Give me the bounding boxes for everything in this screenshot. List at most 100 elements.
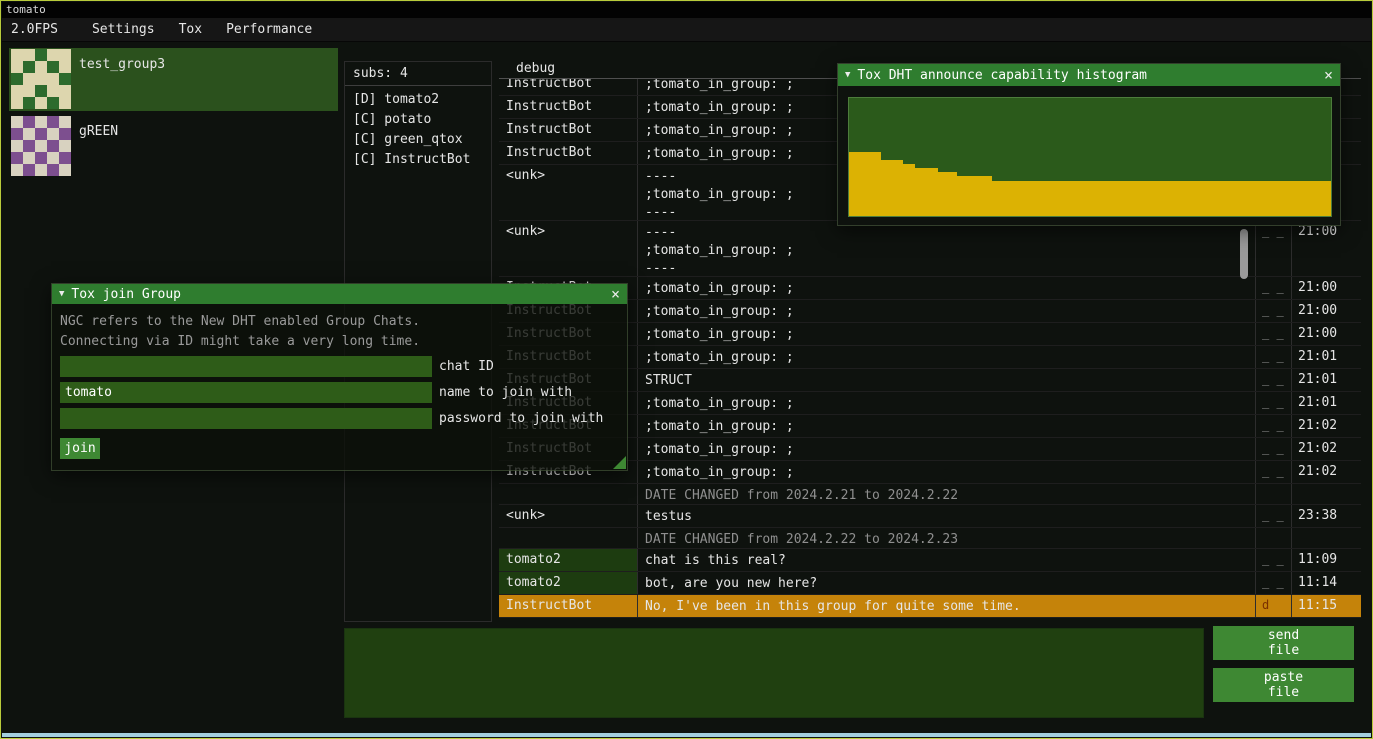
- message-time: 21:00: [1292, 323, 1361, 345]
- date-separator-row[interactable]: DATE CHANGED from 2024.2.21 to 2024.2.22: [499, 484, 1361, 505]
- menu-item-settings[interactable]: Settings: [80, 22, 167, 37]
- close-icon[interactable]: ×: [1324, 68, 1333, 83]
- message-row[interactable]: <unk>---- ;tomato_in_group: ; ----_ _21:…: [499, 221, 1361, 277]
- avatar-pixel: [59, 97, 71, 109]
- message-time: 21:01: [1292, 346, 1361, 368]
- message-text: No, I've been in this group for quite so…: [638, 595, 1256, 617]
- message-author: InstructBot: [499, 119, 638, 141]
- message-author: <unk>: [499, 221, 638, 276]
- join-name-label: name to join with: [439, 382, 572, 403]
- group-avatar: [11, 49, 71, 109]
- histogram-bar: [849, 152, 881, 216]
- message-row[interactable]: InstructBot;tomato_in_group: ;_ _21:01: [499, 392, 1361, 415]
- message-status: _ _: [1256, 572, 1292, 594]
- subs-list-item[interactable]: [C] green_qtox: [345, 130, 491, 150]
- avatar-pixel: [11, 164, 23, 176]
- send-file-button[interactable]: send file: [1213, 626, 1354, 660]
- message-row[interactable]: tomato2bot, are you new here?_ _11:14: [499, 572, 1361, 595]
- avatar-pixel: [59, 152, 71, 164]
- avatar-pixel: [23, 85, 35, 97]
- message-time: 21:00: [1292, 221, 1361, 276]
- message-time: [1292, 484, 1361, 504]
- message-row[interactable]: InstructBot;tomato_in_group: ;_ _21:02: [499, 415, 1361, 438]
- chat-id-label: chat ID: [439, 356, 494, 377]
- message-status: _ _: [1256, 323, 1292, 345]
- subs-list-item[interactable]: [C] InstructBot: [345, 150, 491, 170]
- menu-item-performance[interactable]: Performance: [214, 22, 324, 37]
- subs-header: subs: 4: [345, 62, 491, 86]
- tab-debug[interactable]: debug: [516, 61, 555, 76]
- chat-scrollbar[interactable]: [1240, 229, 1248, 279]
- avatar-pixel: [23, 140, 35, 152]
- date-separator-row[interactable]: DATE CHANGED from 2024.2.22 to 2024.2.23: [499, 528, 1361, 549]
- message-text: ;tomato_in_group: ;: [638, 461, 1256, 483]
- message-status: _ _: [1256, 277, 1292, 299]
- subs-list-item[interactable]: [C] potato: [345, 110, 491, 130]
- message-row[interactable]: InstructBotSTRUCT_ _21:01: [499, 369, 1361, 392]
- message-time: 11:15: [1292, 595, 1361, 617]
- avatar-pixel: [59, 140, 71, 152]
- message-text: ;tomato_in_group: ;: [638, 323, 1256, 345]
- avatar-pixel: [11, 49, 23, 61]
- message-text: ---- ;tomato_in_group: ; ----: [638, 221, 1256, 276]
- message-row[interactable]: InstructBot;tomato_in_group: ;_ _21:00: [499, 277, 1361, 300]
- message-time: 11:14: [1292, 572, 1361, 594]
- message-row[interactable]: InstructBotNo, I've been in this group f…: [499, 595, 1361, 618]
- avatar-pixel: [35, 128, 47, 140]
- message-status: _ _: [1256, 221, 1292, 276]
- message-status: _ _: [1256, 415, 1292, 437]
- message-row[interactable]: InstructBot;tomato_in_group: ;_ _21:02: [499, 438, 1361, 461]
- join-password-input[interactable]: [60, 408, 432, 429]
- avatar-pixel: [23, 73, 35, 85]
- avatar-pixel: [47, 73, 59, 85]
- avatar-pixel: [23, 97, 35, 109]
- message-author: tomato2: [499, 572, 638, 594]
- resize-grip-icon[interactable]: [613, 456, 626, 469]
- avatar-pixel: [47, 164, 59, 176]
- chat-id-input[interactable]: [60, 356, 432, 377]
- collapse-arrow-icon[interactable]: ▼: [59, 289, 64, 299]
- avatar-pixel: [59, 73, 71, 85]
- menu-items: SettingsToxPerformance: [80, 22, 324, 37]
- histogram-bar: [937, 172, 957, 216]
- message-row[interactable]: InstructBot;tomato_in_group: ;_ _21:02: [499, 461, 1361, 484]
- avatar-pixel: [35, 152, 47, 164]
- histogram-window-titlebar[interactable]: ▼ Tox DHT announce capability histogram …: [838, 64, 1340, 86]
- menu-item-tox[interactable]: Tox: [167, 22, 214, 37]
- message-text: STRUCT: [638, 369, 1256, 391]
- message-row[interactable]: tomato2chat is this real?_ _11:09: [499, 549, 1361, 572]
- message-text: ;tomato_in_group: ;: [638, 392, 1256, 414]
- join-window-titlebar[interactable]: ▼ Tox join Group ×: [52, 284, 627, 304]
- avatar-pixel: [47, 128, 59, 140]
- message-text: testus: [638, 505, 1256, 527]
- window-title: tomato: [6, 3, 46, 16]
- message-input[interactable]: [344, 628, 1204, 718]
- group-item-test_group3[interactable]: test_group3: [9, 48, 338, 111]
- message-time: 11:09: [1292, 549, 1361, 571]
- close-icon[interactable]: ×: [611, 287, 620, 302]
- message-time: 21:01: [1292, 369, 1361, 391]
- join-name-input[interactable]: [60, 382, 432, 403]
- avatar-pixel: [59, 116, 71, 128]
- message-status: _ _: [1256, 461, 1292, 483]
- collapse-arrow-icon[interactable]: ▼: [845, 70, 850, 80]
- app-window: tomato 2.0FPS SettingsToxPerformance tes…: [0, 0, 1373, 739]
- histogram-bar: [881, 160, 903, 216]
- message-text: ;tomato_in_group: ;: [638, 415, 1256, 437]
- join-button[interactable]: join: [60, 438, 100, 459]
- message-status: _ _: [1256, 392, 1292, 414]
- message-row[interactable]: InstructBot;tomato_in_group: ;_ _21:00: [499, 323, 1361, 346]
- group-item-green[interactable]: gREEN: [9, 115, 338, 172]
- message-row[interactable]: InstructBot;tomato_in_group: ;_ _21:00: [499, 300, 1361, 323]
- histogram-bar: [903, 164, 916, 216]
- message-row[interactable]: <unk>testus_ _23:38: [499, 505, 1361, 528]
- message-author: InstructBot: [499, 96, 638, 118]
- avatar-pixel: [11, 73, 23, 85]
- paste-file-button[interactable]: paste file: [1213, 668, 1354, 702]
- avatar-pixel: [11, 116, 23, 128]
- message-text: ;tomato_in_group: ;: [638, 300, 1256, 322]
- fps-menu-item[interactable]: 2.0FPS: [11, 22, 58, 37]
- message-row[interactable]: InstructBot;tomato_in_group: ;_ _21:01: [499, 346, 1361, 369]
- subs-list-item[interactable]: [D] tomato2: [345, 90, 491, 110]
- join-window-title: Tox join Group: [71, 287, 181, 302]
